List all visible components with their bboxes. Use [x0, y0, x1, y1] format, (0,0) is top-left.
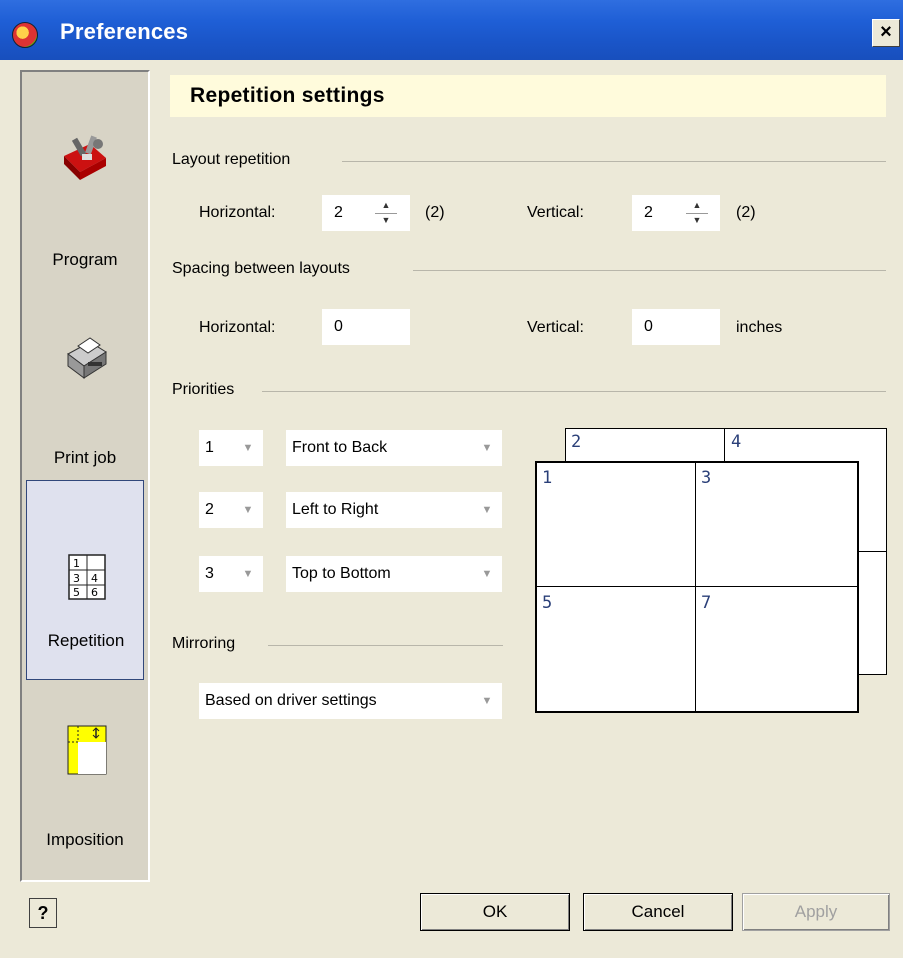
priority-order-value: Left to Right — [292, 501, 379, 518]
chevron-down-icon[interactable]: ▼ — [472, 430, 502, 466]
sidebar-item-label: Repetition — [47, 631, 125, 650]
title-bar: Preferences × — [0, 0, 903, 60]
vertical-repetition-label: Vertical: — [527, 204, 584, 221]
back-page-label: 2 — [571, 432, 582, 452]
horizontal-repetition-label: Horizontal: — [199, 204, 276, 221]
sidebar-item-label: Imposition — [46, 830, 124, 849]
priority-rank-value: 3 — [205, 565, 214, 582]
horizontal-repetition-value: 2 — [334, 204, 343, 221]
spin-down-icon[interactable]: ▼ — [375, 213, 397, 228]
vertical-repetition-value: 2 — [644, 204, 653, 221]
front-sheet — [535, 461, 859, 713]
priority-rank-select-3[interactable]: 3 ▼ — [199, 556, 263, 592]
sidebar-item-label: Print job — [53, 448, 117, 467]
divider — [856, 551, 887, 552]
chevron-down-icon[interactable]: ▼ — [472, 492, 502, 528]
toolbox-icon — [64, 135, 106, 180]
priority-rank-select-1[interactable]: 1 ▼ — [199, 430, 263, 466]
divider — [413, 270, 886, 271]
back-page-label: 4 — [731, 432, 742, 452]
mirroring-value: Based on driver settings — [205, 692, 377, 709]
cancel-button[interactable]: Cancel — [583, 893, 733, 931]
chevron-down-icon[interactable]: ▼ — [233, 556, 263, 592]
svg-text:5: 5 — [73, 586, 80, 599]
svg-text:1: 1 — [73, 557, 80, 570]
sidebar-item-print-job[interactable]: Print job — [26, 292, 144, 472]
front-page-label: 3 — [701, 468, 712, 488]
window-title: Preferences — [60, 19, 189, 44]
divider — [537, 586, 857, 587]
svg-text:6: 6 — [91, 586, 98, 599]
spin-up-icon[interactable]: ▲ — [375, 198, 397, 214]
priority-order-value: Top to Bottom — [292, 565, 391, 582]
chevron-down-icon[interactable]: ▼ — [472, 683, 502, 719]
apply-button[interactable]: Apply — [742, 893, 890, 931]
page-header: Repetition settings — [170, 75, 886, 117]
svg-text:4: 4 — [91, 572, 98, 585]
imposition-icon — [67, 725, 107, 775]
front-page-label: 5 — [542, 593, 553, 613]
page-title: Repetition settings — [190, 84, 385, 107]
ok-button[interactable]: OK — [420, 893, 570, 931]
priority-rank-select-2[interactable]: 2 ▼ — [199, 492, 263, 528]
sidebar: Program Print job 1 3 4 5 6 Repetition I… — [20, 70, 150, 882]
chevron-down-icon[interactable]: ▼ — [233, 492, 263, 528]
sidebar-item-label: Program — [52, 250, 118, 269]
divider — [268, 645, 503, 646]
help-button[interactable]: ? — [29, 898, 57, 928]
divider — [724, 429, 725, 463]
vertical-spacing-value: 0 — [644, 318, 653, 335]
printer-icon — [67, 337, 107, 379]
svg-text:3: 3 — [73, 572, 80, 585]
section-title-mirroring: Mirroring — [172, 635, 236, 652]
vertical-repetition-spinner[interactable]: ▲ ▼ — [686, 198, 708, 228]
priority-order-select-1[interactable]: Front to Back ▼ — [286, 430, 502, 466]
vertical-repetition-note: (2) — [736, 204, 756, 221]
horizontal-repetition-note: (2) — [425, 204, 445, 221]
sidebar-item-repetition[interactable]: 1 3 4 5 6 Repetition — [26, 480, 144, 680]
front-page-label: 1 — [542, 468, 553, 488]
chevron-down-icon[interactable]: ▼ — [233, 430, 263, 466]
spacing-unit-label: inches — [736, 319, 783, 336]
divider — [695, 463, 696, 711]
vertical-spacing-input[interactable]: 0 — [632, 309, 720, 345]
priority-order-value: Front to Back — [292, 439, 388, 456]
horizontal-spacing-value: 0 — [334, 318, 343, 335]
section-title-priorities: Priorities — [172, 381, 235, 398]
sidebar-item-imposition[interactable]: Imposition — [26, 692, 144, 872]
divider — [342, 161, 886, 162]
close-button[interactable]: × — [872, 19, 900, 47]
repetition-icon: 1 3 4 5 6 — [68, 554, 106, 600]
spin-up-icon[interactable]: ▲ — [686, 198, 708, 214]
divider — [262, 391, 886, 392]
app-icon — [12, 22, 38, 48]
spin-down-icon[interactable]: ▼ — [686, 213, 708, 228]
horizontal-spacing-input[interactable]: 0 — [322, 309, 410, 345]
horizontal-repetition-spinner[interactable]: ▲ ▼ — [375, 198, 397, 228]
priority-rank-value: 1 — [205, 439, 214, 456]
priority-order-select-3[interactable]: Top to Bottom ▼ — [286, 556, 502, 592]
mirroring-select[interactable]: Based on driver settings ▼ — [199, 683, 502, 719]
front-page-label: 7 — [701, 593, 712, 613]
horizontal-spacing-label: Horizontal: — [199, 319, 276, 336]
priority-order-select-2[interactable]: Left to Right ▼ — [286, 492, 502, 528]
chevron-down-icon[interactable]: ▼ — [472, 556, 502, 592]
section-title-layout-repetition: Layout repetition — [172, 151, 291, 168]
sidebar-item-program[interactable]: Program — [26, 92, 144, 282]
priority-rank-value: 2 — [205, 501, 214, 518]
vertical-spacing-label: Vertical: — [527, 319, 584, 336]
section-title-spacing: Spacing between layouts — [172, 260, 350, 277]
